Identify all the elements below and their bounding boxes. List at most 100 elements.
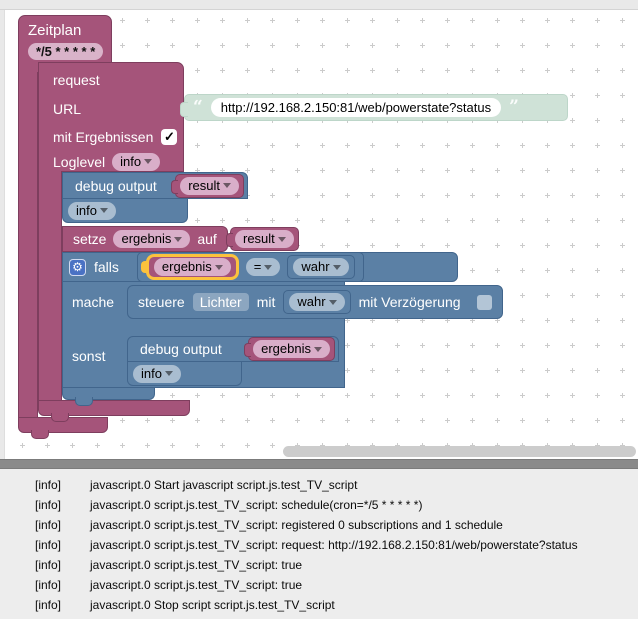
grid-dot <box>220 443 225 448</box>
logic-value-block[interactable]: wahr <box>283 290 351 314</box>
grid-dot <box>345 243 350 248</box>
grid-dot <box>95 443 100 448</box>
grid-dot <box>545 43 550 48</box>
set-variable-dropdown[interactable]: ergebnis <box>113 230 191 248</box>
grid-dot <box>370 243 375 248</box>
variable-dropdown[interactable]: ergebnis <box>253 340 330 358</box>
grid-dot <box>595 243 600 248</box>
grid-dot <box>595 118 600 123</box>
grid-dot <box>295 168 300 173</box>
variable-dropdown[interactable]: result <box>235 230 294 248</box>
delay-checkbox[interactable] <box>476 294 492 310</box>
grid-dot <box>395 18 400 23</box>
grid-dot <box>45 443 50 448</box>
object-id-field[interactable]: Lichter <box>192 293 249 311</box>
grid-dot <box>145 43 150 48</box>
grid-dot <box>570 168 575 173</box>
grid-dot <box>245 418 250 423</box>
request-block[interactable]: request URL mit Ergebnissen ✓ Loglevel i… <box>38 62 184 172</box>
grid-dot <box>620 68 625 73</box>
level-value: info <box>141 365 162 381</box>
checkmark-icon: ✓ <box>163 129 175 144</box>
logic-value-block[interactable]: wahr <box>287 255 355 279</box>
grid-dot <box>470 193 475 198</box>
grid-dot <box>470 68 475 73</box>
horizontal-scrollbar-thumb[interactable] <box>283 446 636 457</box>
grid-dot <box>195 68 200 73</box>
control-value-dropdown[interactable]: wahr <box>289 293 345 311</box>
grid-dot <box>295 193 300 198</box>
log-line: [info] javascript.0 script.js.test_TV_scr… <box>0 555 638 575</box>
comparison-block[interactable]: ergebnis = wahr <box>136 252 364 282</box>
log-message: javascript.0 Stop script script.js.test_… <box>90 598 335 612</box>
grid-dot <box>620 143 625 148</box>
grid-dot <box>520 43 525 48</box>
grid-dot <box>370 68 375 73</box>
if-block-foot <box>62 388 155 406</box>
variable-dropdown[interactable]: result <box>180 176 239 195</box>
url-text-field[interactable]: http://192.168.2.150:81/web/powerstate?s… <box>210 98 502 117</box>
loglevel-dropdown[interactable]: info <box>68 201 116 220</box>
log-level: [info] <box>35 538 62 552</box>
chevron-down-icon <box>223 183 231 188</box>
grid-dot <box>195 418 200 423</box>
loglevel-dropdown[interactable]: info <box>112 152 161 171</box>
request-title: request <box>53 72 100 88</box>
grid-dot <box>570 368 575 373</box>
chevron-down-icon <box>99 208 108 213</box>
grid-dot <box>320 243 325 248</box>
variable-block-ergebnis[interactable]: ergebnis <box>244 337 335 361</box>
cron-field[interactable]: */5 * * * * * <box>28 43 104 60</box>
set-keyword: setze <box>73 231 107 247</box>
grid-dot <box>195 143 200 148</box>
with-results-checkbox[interactable]: ✓ <box>161 128 178 145</box>
grid-dot <box>445 68 450 73</box>
open-quote-icon: “ <box>193 97 203 117</box>
set-variable-block[interactable]: setze ergebnis auf <box>62 226 228 252</box>
with-results-label: mit Ergebnissen <box>53 128 154 145</box>
control-block[interactable]: steuere Lichter mit wahr mit Verzögerung <box>127 285 503 319</box>
variable-block-ergebnis-selected[interactable]: ergebnis <box>140 254 239 280</box>
grid-dot <box>370 218 375 223</box>
grid-dot <box>195 18 200 23</box>
grid-dot <box>320 168 325 173</box>
grid-dot <box>470 43 475 48</box>
mutator-gear-button[interactable]: ⚙ <box>69 258 86 276</box>
grid-dot <box>220 418 225 423</box>
grid-dot <box>495 68 500 73</box>
grid-dot <box>445 168 450 173</box>
grid-dot <box>220 68 225 73</box>
if-block-header[interactable]: ⚙ falls ergebnis = wahr <box>62 252 458 282</box>
chevron-down-icon <box>332 264 341 270</box>
grid-dot <box>370 18 375 23</box>
variable-name: ergebnis <box>161 259 212 274</box>
variable-name: result <box>188 177 220 193</box>
grid-dot <box>620 18 625 23</box>
loglevel-dropdown[interactable]: info <box>133 364 181 383</box>
grid-dot <box>345 193 350 198</box>
workspace-left-margin <box>0 10 5 459</box>
grid-dot <box>495 43 500 48</box>
operator-dropdown[interactable]: = <box>245 258 281 276</box>
grid-dot <box>570 418 575 423</box>
grid-dot <box>445 218 450 223</box>
variable-block-result[interactable]: result <box>171 173 244 198</box>
debug-output-block-1[interactable]: debug output result <box>62 172 248 199</box>
url-string-block[interactable]: “ http://192.168.2.150:81/web/powerstate… <box>180 94 568 121</box>
if-else-block[interactable]: ⚙ falls ergebnis = wahr mache sonst steu… <box>62 252 562 406</box>
variable-dropdown[interactable]: ergebnis <box>153 258 231 276</box>
grid-dot <box>495 18 500 23</box>
grid-dot <box>545 68 550 73</box>
debug-output-block-2[interactable]: debug output ergebnis <box>127 336 339 362</box>
variable-block-result-2[interactable]: result <box>226 227 299 251</box>
grid-dot <box>495 193 500 198</box>
grid-dot <box>495 418 500 423</box>
grid-dot <box>170 43 175 48</box>
grid-dot <box>495 218 500 223</box>
log-level: [info] <box>35 558 62 572</box>
grid-dot <box>320 418 325 423</box>
logic-value-dropdown[interactable]: wahr <box>293 258 349 276</box>
grid-dot <box>570 218 575 223</box>
operator-value: = <box>253 259 262 274</box>
grid-dot <box>420 218 425 223</box>
